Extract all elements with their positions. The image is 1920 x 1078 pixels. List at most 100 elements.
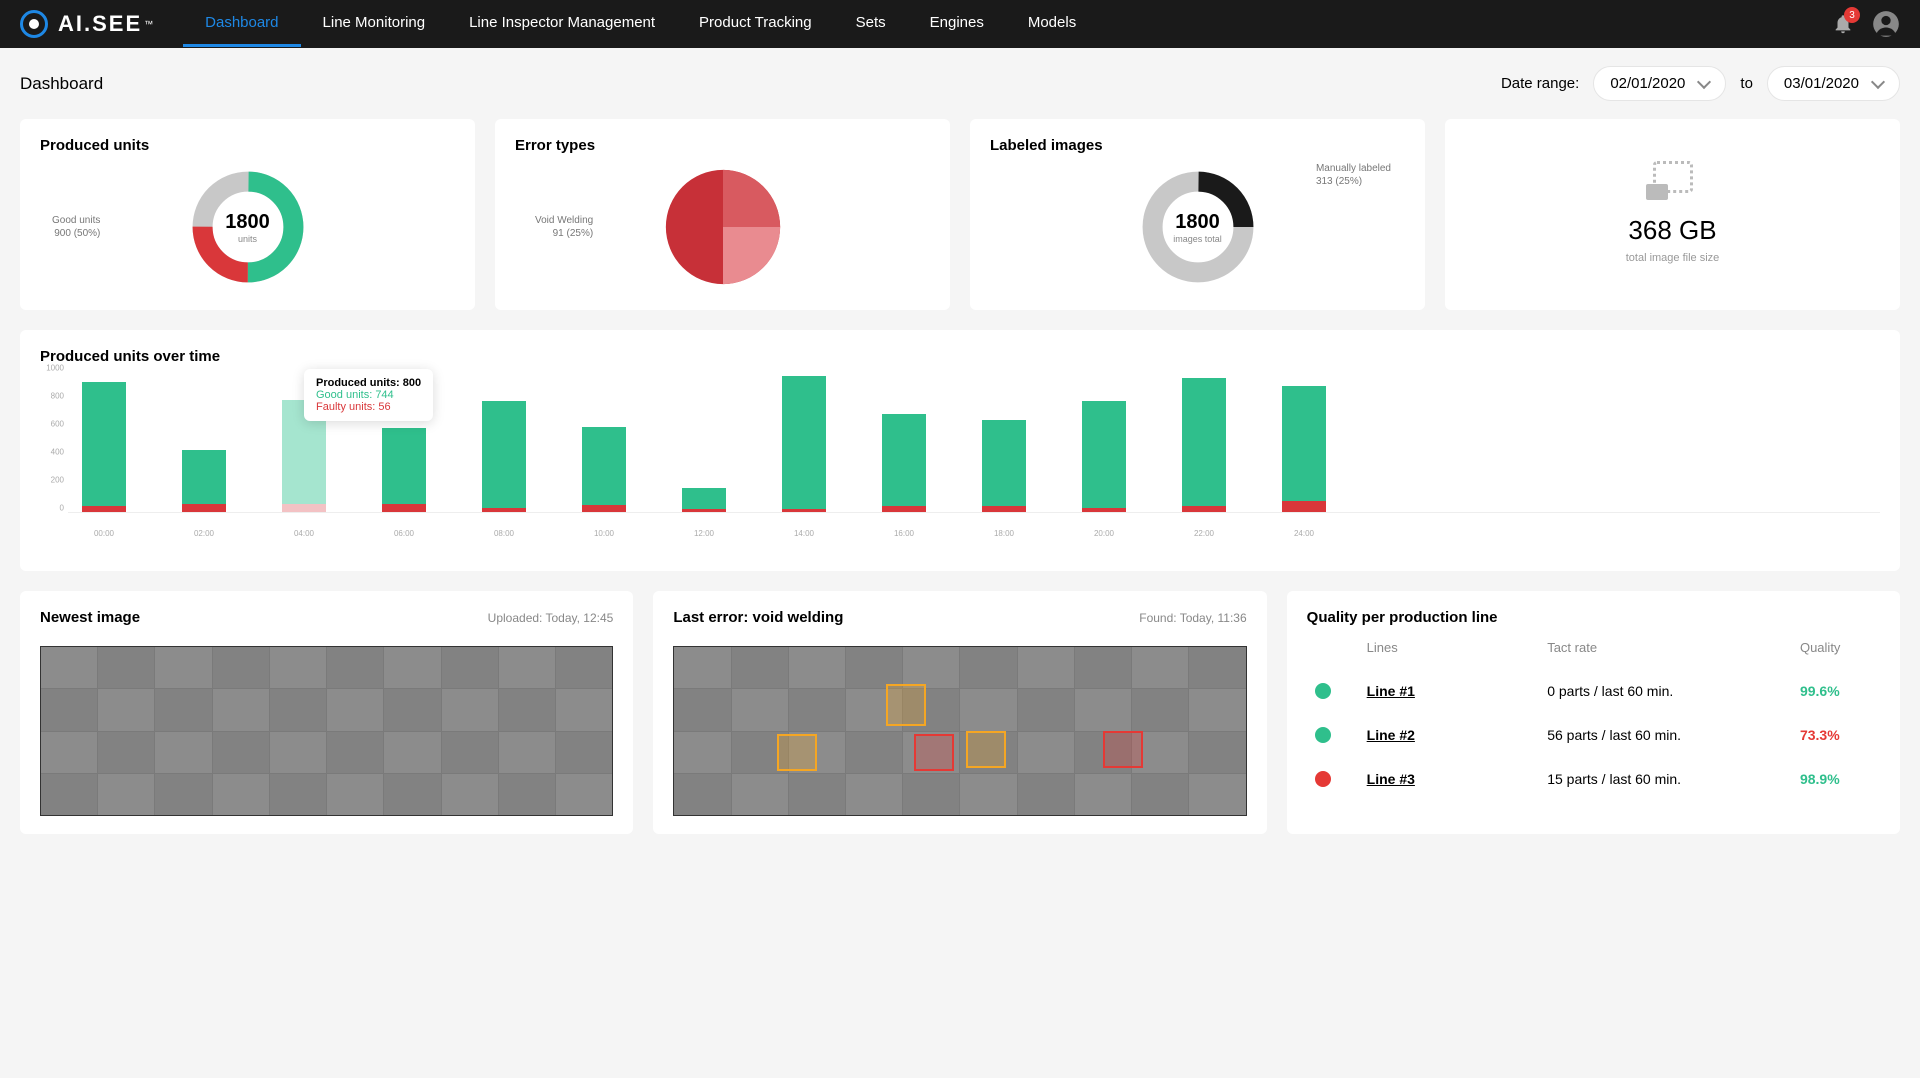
storage-label: total image file size bbox=[1626, 252, 1720, 264]
card-storage: 368 GB total image file size bbox=[1445, 119, 1900, 310]
pie-side-value: 91 (25%) bbox=[535, 227, 593, 240]
x-label: 24:00 bbox=[1282, 529, 1326, 538]
nav-product-tracking[interactable]: Product Tracking bbox=[677, 1, 834, 47]
x-label: 20:00 bbox=[1082, 529, 1126, 538]
date-range-label: Date range: bbox=[1501, 75, 1579, 92]
donut-center-value: 1800 bbox=[1173, 211, 1222, 234]
bar-04:00[interactable]: Produced units: 800Good units: 744Faulty… bbox=[282, 373, 326, 512]
status-dot bbox=[1315, 683, 1331, 699]
nav-line-inspector-management[interactable]: Line Inspector Management bbox=[447, 1, 677, 47]
status-dot bbox=[1315, 727, 1331, 743]
col-lines: Lines bbox=[1367, 640, 1548, 655]
brand-name: AI.SEE bbox=[58, 11, 142, 37]
bar-22:00[interactable] bbox=[1182, 373, 1226, 512]
y-tick: 400 bbox=[51, 448, 64, 457]
nav-engines[interactable]: Engines bbox=[908, 1, 1006, 47]
card-meta: Uploaded: Today, 12:45 bbox=[488, 611, 614, 625]
date-from-picker[interactable]: 02/01/2020 bbox=[1593, 66, 1726, 101]
card-produced-over-time: Produced units over time 020040060080010… bbox=[20, 330, 1900, 571]
x-label: 02:00 bbox=[182, 529, 226, 538]
quality-value: 99.6% bbox=[1800, 683, 1880, 699]
card-produced-units: Produced units Good units 900 (50%) 1800… bbox=[20, 119, 475, 310]
card-title: Produced units over time bbox=[40, 348, 1880, 365]
donut-right-value: 313 (25%) bbox=[1316, 175, 1391, 188]
quality-row: Line #1 0 parts / last 60 min.99.6% bbox=[1307, 669, 1880, 713]
card-meta: Found: Today, 11:36 bbox=[1139, 611, 1246, 625]
col-quality: Quality bbox=[1800, 640, 1880, 655]
user-avatar[interactable] bbox=[1872, 10, 1900, 38]
brand-tm: ™ bbox=[144, 19, 153, 29]
quality-row: Line #3 15 parts / last 60 min.98.9% bbox=[1307, 757, 1880, 801]
line-link[interactable]: Line #2 bbox=[1367, 727, 1415, 743]
donut-right-label: Manually labeled bbox=[1316, 162, 1391, 175]
nav-line-monitoring[interactable]: Line Monitoring bbox=[301, 1, 448, 47]
line-link[interactable]: Line #3 bbox=[1367, 771, 1415, 787]
card-title: Quality per production line bbox=[1307, 609, 1880, 626]
date-from-value: 02/01/2020 bbox=[1610, 75, 1685, 92]
card-quality-per-line: Quality per production line Lines Tact r… bbox=[1287, 591, 1900, 834]
donut-center-value: 1800 bbox=[225, 211, 270, 234]
chart-tooltip: Produced units: 800Good units: 744Faulty… bbox=[304, 369, 433, 421]
x-label: 14:00 bbox=[782, 529, 826, 538]
status-dot bbox=[1315, 771, 1331, 787]
x-label: 06:00 bbox=[382, 529, 426, 538]
y-tick: 800 bbox=[51, 392, 64, 401]
x-label: 04:00 bbox=[282, 529, 326, 538]
bar-00:00[interactable] bbox=[82, 373, 126, 512]
card-error-types: Error types Void Welding 91 (25%) bbox=[495, 119, 950, 310]
tact-rate: 15 parts / last 60 min. bbox=[1547, 771, 1800, 787]
bar-10:00[interactable] bbox=[582, 373, 626, 512]
y-tick: 600 bbox=[51, 420, 64, 429]
date-range-to-label: to bbox=[1740, 75, 1753, 92]
tact-rate: 56 parts / last 60 min. bbox=[1547, 727, 1800, 743]
quality-value: 73.3% bbox=[1800, 727, 1880, 743]
storage-value: 368 GB bbox=[1628, 215, 1716, 246]
nav-dashboard[interactable]: Dashboard bbox=[183, 1, 300, 47]
x-label: 22:00 bbox=[1182, 529, 1226, 538]
y-tick: 0 bbox=[60, 504, 64, 513]
notifications-button[interactable]: 3 bbox=[1832, 13, 1854, 35]
quality-value: 98.9% bbox=[1800, 771, 1880, 787]
bar-18:00[interactable] bbox=[982, 373, 1026, 512]
pie-side-label: Void Welding bbox=[535, 214, 593, 227]
card-title: Newest image bbox=[40, 609, 140, 626]
card-title: Produced units bbox=[40, 137, 455, 154]
x-label: 18:00 bbox=[982, 529, 1026, 538]
y-tick: 1000 bbox=[46, 364, 64, 373]
card-newest-image: Newest image Uploaded: Today, 12:45 bbox=[20, 591, 633, 834]
inspection-image[interactable] bbox=[673, 646, 1246, 816]
chevron-down-icon bbox=[1871, 74, 1885, 88]
bar-20:00[interactable] bbox=[1082, 373, 1126, 512]
page-title: Dashboard bbox=[20, 74, 103, 94]
brand-logo[interactable]: AI.SEE ™ bbox=[20, 10, 153, 38]
card-labeled-images: Labeled images 1800 images total Manuall… bbox=[970, 119, 1425, 310]
inspection-image[interactable] bbox=[40, 646, 613, 816]
bar-02:00[interactable] bbox=[182, 373, 226, 512]
card-last-error: Last error: void welding Found: Today, 1… bbox=[653, 591, 1266, 834]
nav-models[interactable]: Models bbox=[1006, 1, 1098, 47]
donut-side-label: Good units bbox=[52, 214, 100, 227]
x-label: 10:00 bbox=[582, 529, 626, 538]
line-link[interactable]: Line #1 bbox=[1367, 683, 1415, 699]
donut-side-value: 900 (50%) bbox=[52, 227, 100, 240]
notifications-badge: 3 bbox=[1844, 7, 1860, 23]
date-to-picker[interactable]: 03/01/2020 bbox=[1767, 66, 1900, 101]
pie-chart bbox=[663, 167, 783, 287]
x-label: 08:00 bbox=[482, 529, 526, 538]
bar-08:00[interactable] bbox=[482, 373, 526, 512]
bar-16:00[interactable] bbox=[882, 373, 926, 512]
logo-icon bbox=[20, 10, 48, 38]
x-label: 16:00 bbox=[882, 529, 926, 538]
bar-12:00[interactable] bbox=[682, 373, 726, 512]
tact-rate: 0 parts / last 60 min. bbox=[1547, 683, 1800, 699]
card-title: Labeled images bbox=[990, 137, 1405, 154]
bar-14:00[interactable] bbox=[782, 373, 826, 512]
donut-center-sub: images total bbox=[1173, 234, 1222, 244]
nav-sets[interactable]: Sets bbox=[834, 1, 908, 47]
chevron-down-icon bbox=[1697, 74, 1711, 88]
x-label: 00:00 bbox=[82, 529, 126, 538]
quality-row: Line #2 56 parts / last 60 min.73.3% bbox=[1307, 713, 1880, 757]
donut-center-sub: units bbox=[225, 234, 270, 244]
image-stack-icon bbox=[1653, 161, 1693, 193]
bar-24:00[interactable] bbox=[1282, 373, 1326, 512]
